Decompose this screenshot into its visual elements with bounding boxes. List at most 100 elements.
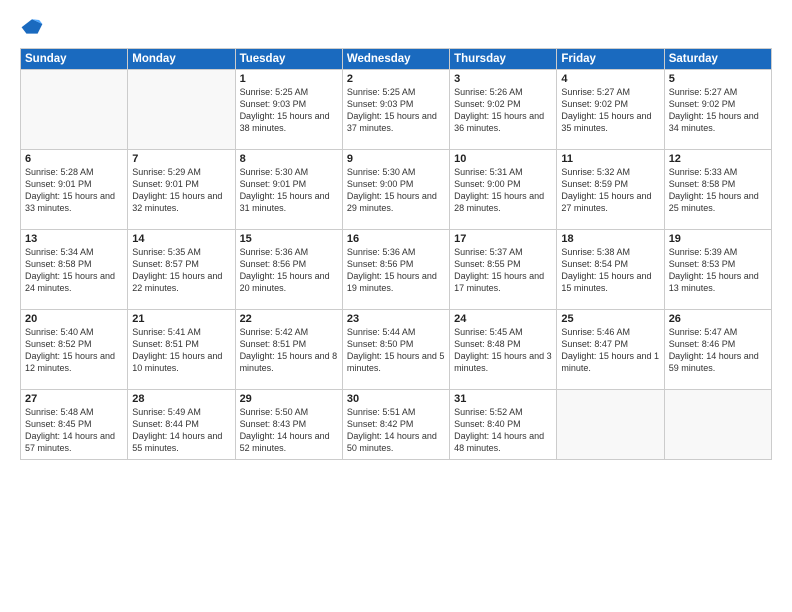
day-info: Sunrise: 5:49 AM Sunset: 8:44 PM Dayligh… [132,406,230,455]
calendar-cell [128,70,235,150]
day-number: 3 [454,73,552,85]
calendar-cell: 20Sunrise: 5:40 AM Sunset: 8:52 PM Dayli… [21,310,128,390]
calendar-cell: 16Sunrise: 5:36 AM Sunset: 8:56 PM Dayli… [342,230,449,310]
day-info: Sunrise: 5:37 AM Sunset: 8:55 PM Dayligh… [454,246,552,295]
day-info: Sunrise: 5:27 AM Sunset: 9:02 PM Dayligh… [561,86,659,135]
day-info: Sunrise: 5:26 AM Sunset: 9:02 PM Dayligh… [454,86,552,135]
header [20,16,772,40]
calendar-cell: 7Sunrise: 5:29 AM Sunset: 9:01 PM Daylig… [128,150,235,230]
day-info: Sunrise: 5:50 AM Sunset: 8:43 PM Dayligh… [240,406,338,455]
day-number: 1 [240,73,338,85]
day-info: Sunrise: 5:52 AM Sunset: 8:40 PM Dayligh… [454,406,552,455]
day-info: Sunrise: 5:33 AM Sunset: 8:58 PM Dayligh… [669,166,767,215]
day-info: Sunrise: 5:36 AM Sunset: 8:56 PM Dayligh… [347,246,445,295]
calendar-cell: 29Sunrise: 5:50 AM Sunset: 8:43 PM Dayli… [235,390,342,460]
calendar-cell: 25Sunrise: 5:46 AM Sunset: 8:47 PM Dayli… [557,310,664,390]
day-info: Sunrise: 5:34 AM Sunset: 8:58 PM Dayligh… [25,246,123,295]
day-number: 13 [25,233,123,245]
calendar-cell: 24Sunrise: 5:45 AM Sunset: 8:48 PM Dayli… [450,310,557,390]
day-info: Sunrise: 5:32 AM Sunset: 8:59 PM Dayligh… [561,166,659,215]
calendar-cell: 23Sunrise: 5:44 AM Sunset: 8:50 PM Dayli… [342,310,449,390]
calendar-cell: 17Sunrise: 5:37 AM Sunset: 8:55 PM Dayli… [450,230,557,310]
day-number: 5 [669,73,767,85]
day-number: 16 [347,233,445,245]
day-info: Sunrise: 5:42 AM Sunset: 8:51 PM Dayligh… [240,326,338,375]
day-info: Sunrise: 5:25 AM Sunset: 9:03 PM Dayligh… [347,86,445,135]
calendar-cell: 14Sunrise: 5:35 AM Sunset: 8:57 PM Dayli… [128,230,235,310]
calendar-cell: 1Sunrise: 5:25 AM Sunset: 9:03 PM Daylig… [235,70,342,150]
day-number: 7 [132,153,230,165]
weekday-header-wednesday: Wednesday [342,49,449,70]
calendar-cell [557,390,664,460]
day-number: 23 [347,313,445,325]
day-info: Sunrise: 5:38 AM Sunset: 8:54 PM Dayligh… [561,246,659,295]
day-number: 11 [561,153,659,165]
calendar-cell: 15Sunrise: 5:36 AM Sunset: 8:56 PM Dayli… [235,230,342,310]
calendar-cell [664,390,771,460]
day-info: Sunrise: 5:29 AM Sunset: 9:01 PM Dayligh… [132,166,230,215]
calendar-cell: 30Sunrise: 5:51 AM Sunset: 8:42 PM Dayli… [342,390,449,460]
logo [20,16,48,40]
day-number: 26 [669,313,767,325]
week-row-5: 27Sunrise: 5:48 AM Sunset: 8:45 PM Dayli… [21,390,772,460]
page: SundayMondayTuesdayWednesdayThursdayFrid… [0,0,792,612]
day-number: 14 [132,233,230,245]
day-number: 31 [454,393,552,405]
day-number: 25 [561,313,659,325]
weekday-header-monday: Monday [128,49,235,70]
day-info: Sunrise: 5:31 AM Sunset: 9:00 PM Dayligh… [454,166,552,215]
logo-icon [20,16,44,40]
day-info: Sunrise: 5:27 AM Sunset: 9:02 PM Dayligh… [669,86,767,135]
day-info: Sunrise: 5:51 AM Sunset: 8:42 PM Dayligh… [347,406,445,455]
day-number: 22 [240,313,338,325]
day-info: Sunrise: 5:25 AM Sunset: 9:03 PM Dayligh… [240,86,338,135]
calendar-cell: 31Sunrise: 5:52 AM Sunset: 8:40 PM Dayli… [450,390,557,460]
calendar-cell: 11Sunrise: 5:32 AM Sunset: 8:59 PM Dayli… [557,150,664,230]
day-info: Sunrise: 5:48 AM Sunset: 8:45 PM Dayligh… [25,406,123,455]
day-info: Sunrise: 5:28 AM Sunset: 9:01 PM Dayligh… [25,166,123,215]
calendar-cell: 10Sunrise: 5:31 AM Sunset: 9:00 PM Dayli… [450,150,557,230]
day-info: Sunrise: 5:41 AM Sunset: 8:51 PM Dayligh… [132,326,230,375]
day-info: Sunrise: 5:44 AM Sunset: 8:50 PM Dayligh… [347,326,445,375]
week-row-1: 1Sunrise: 5:25 AM Sunset: 9:03 PM Daylig… [21,70,772,150]
day-number: 9 [347,153,445,165]
weekday-header-friday: Friday [557,49,664,70]
day-info: Sunrise: 5:35 AM Sunset: 8:57 PM Dayligh… [132,246,230,295]
day-number: 17 [454,233,552,245]
calendar-cell: 26Sunrise: 5:47 AM Sunset: 8:46 PM Dayli… [664,310,771,390]
calendar: SundayMondayTuesdayWednesdayThursdayFrid… [20,48,772,460]
day-number: 19 [669,233,767,245]
day-info: Sunrise: 5:45 AM Sunset: 8:48 PM Dayligh… [454,326,552,375]
calendar-cell [21,70,128,150]
weekday-header-sunday: Sunday [21,49,128,70]
week-row-3: 13Sunrise: 5:34 AM Sunset: 8:58 PM Dayli… [21,230,772,310]
calendar-cell: 6Sunrise: 5:28 AM Sunset: 9:01 PM Daylig… [21,150,128,230]
day-info: Sunrise: 5:36 AM Sunset: 8:56 PM Dayligh… [240,246,338,295]
calendar-cell: 3Sunrise: 5:26 AM Sunset: 9:02 PM Daylig… [450,70,557,150]
calendar-cell: 8Sunrise: 5:30 AM Sunset: 9:01 PM Daylig… [235,150,342,230]
calendar-cell: 12Sunrise: 5:33 AM Sunset: 8:58 PM Dayli… [664,150,771,230]
day-number: 4 [561,73,659,85]
day-number: 30 [347,393,445,405]
day-number: 12 [669,153,767,165]
calendar-cell: 13Sunrise: 5:34 AM Sunset: 8:58 PM Dayli… [21,230,128,310]
calendar-cell: 28Sunrise: 5:49 AM Sunset: 8:44 PM Dayli… [128,390,235,460]
calendar-cell: 9Sunrise: 5:30 AM Sunset: 9:00 PM Daylig… [342,150,449,230]
weekday-header-saturday: Saturday [664,49,771,70]
day-number: 24 [454,313,552,325]
day-number: 28 [132,393,230,405]
day-info: Sunrise: 5:39 AM Sunset: 8:53 PM Dayligh… [669,246,767,295]
week-row-2: 6Sunrise: 5:28 AM Sunset: 9:01 PM Daylig… [21,150,772,230]
calendar-cell: 4Sunrise: 5:27 AM Sunset: 9:02 PM Daylig… [557,70,664,150]
day-number: 18 [561,233,659,245]
day-info: Sunrise: 5:46 AM Sunset: 8:47 PM Dayligh… [561,326,659,375]
day-number: 10 [454,153,552,165]
weekday-header-tuesday: Tuesday [235,49,342,70]
day-info: Sunrise: 5:30 AM Sunset: 9:00 PM Dayligh… [347,166,445,215]
calendar-cell: 21Sunrise: 5:41 AM Sunset: 8:51 PM Dayli… [128,310,235,390]
day-number: 8 [240,153,338,165]
calendar-cell: 2Sunrise: 5:25 AM Sunset: 9:03 PM Daylig… [342,70,449,150]
day-number: 20 [25,313,123,325]
calendar-cell: 22Sunrise: 5:42 AM Sunset: 8:51 PM Dayli… [235,310,342,390]
day-info: Sunrise: 5:40 AM Sunset: 8:52 PM Dayligh… [25,326,123,375]
